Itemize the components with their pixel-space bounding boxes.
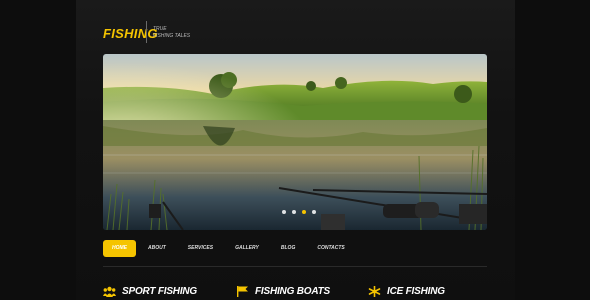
- nav-item-about[interactable]: ABOUT: [138, 240, 176, 257]
- main-nav: HOME ABOUT SERVICES GALLERY BLOG CONTACT…: [103, 240, 357, 257]
- feature-title: ICE FISHING: [387, 286, 445, 297]
- feature-fishing-boats[interactable]: FISHING BOATS: [236, 286, 330, 297]
- nav-item-contacts[interactable]: CONTACTS: [307, 240, 354, 257]
- feature-title: FISHING BOATS: [255, 286, 330, 297]
- slider-dot-1[interactable]: [282, 210, 286, 214]
- nav-item-gallery[interactable]: GALLERY: [225, 240, 269, 257]
- slider-dot-4[interactable]: [312, 210, 316, 214]
- hero-slider[interactable]: [103, 54, 487, 230]
- features-row: SPORT FISHING FISHING BOATS ICE FISHING: [103, 286, 487, 300]
- feature-sport-fishing[interactable]: SPORT FISHING: [103, 286, 197, 297]
- site-logo[interactable]: FISHING: [103, 26, 158, 41]
- page-container: FISHING TRUE FISHING TALES HOME ABOUT SE…: [76, 0, 515, 300]
- tagline-line-1: TRUE: [153, 26, 167, 32]
- nav-item-services[interactable]: SERVICES: [178, 240, 223, 257]
- site-tagline: TRUE FISHING TALES: [153, 26, 190, 40]
- snowflake-icon: [368, 286, 381, 297]
- flag-icon: [237, 286, 248, 297]
- nav-item-blog[interactable]: BLOG: [271, 240, 305, 257]
- group-people-icon: [103, 286, 116, 297]
- nav-item-home[interactable]: HOME: [103, 240, 136, 257]
- nav-divider: [103, 266, 487, 267]
- feature-title: SPORT FISHING: [122, 286, 198, 297]
- logo-divider: [146, 21, 147, 43]
- feature-ice-fishing[interactable]: ICE FISHING: [368, 286, 445, 297]
- tagline-line-2: FISHING TALES: [153, 33, 191, 39]
- slider-dot-2[interactable]: [292, 210, 296, 214]
- slider-dot-3[interactable]: [302, 210, 306, 214]
- hero-slide-image: [103, 54, 487, 230]
- slider-pagination: [282, 210, 316, 214]
